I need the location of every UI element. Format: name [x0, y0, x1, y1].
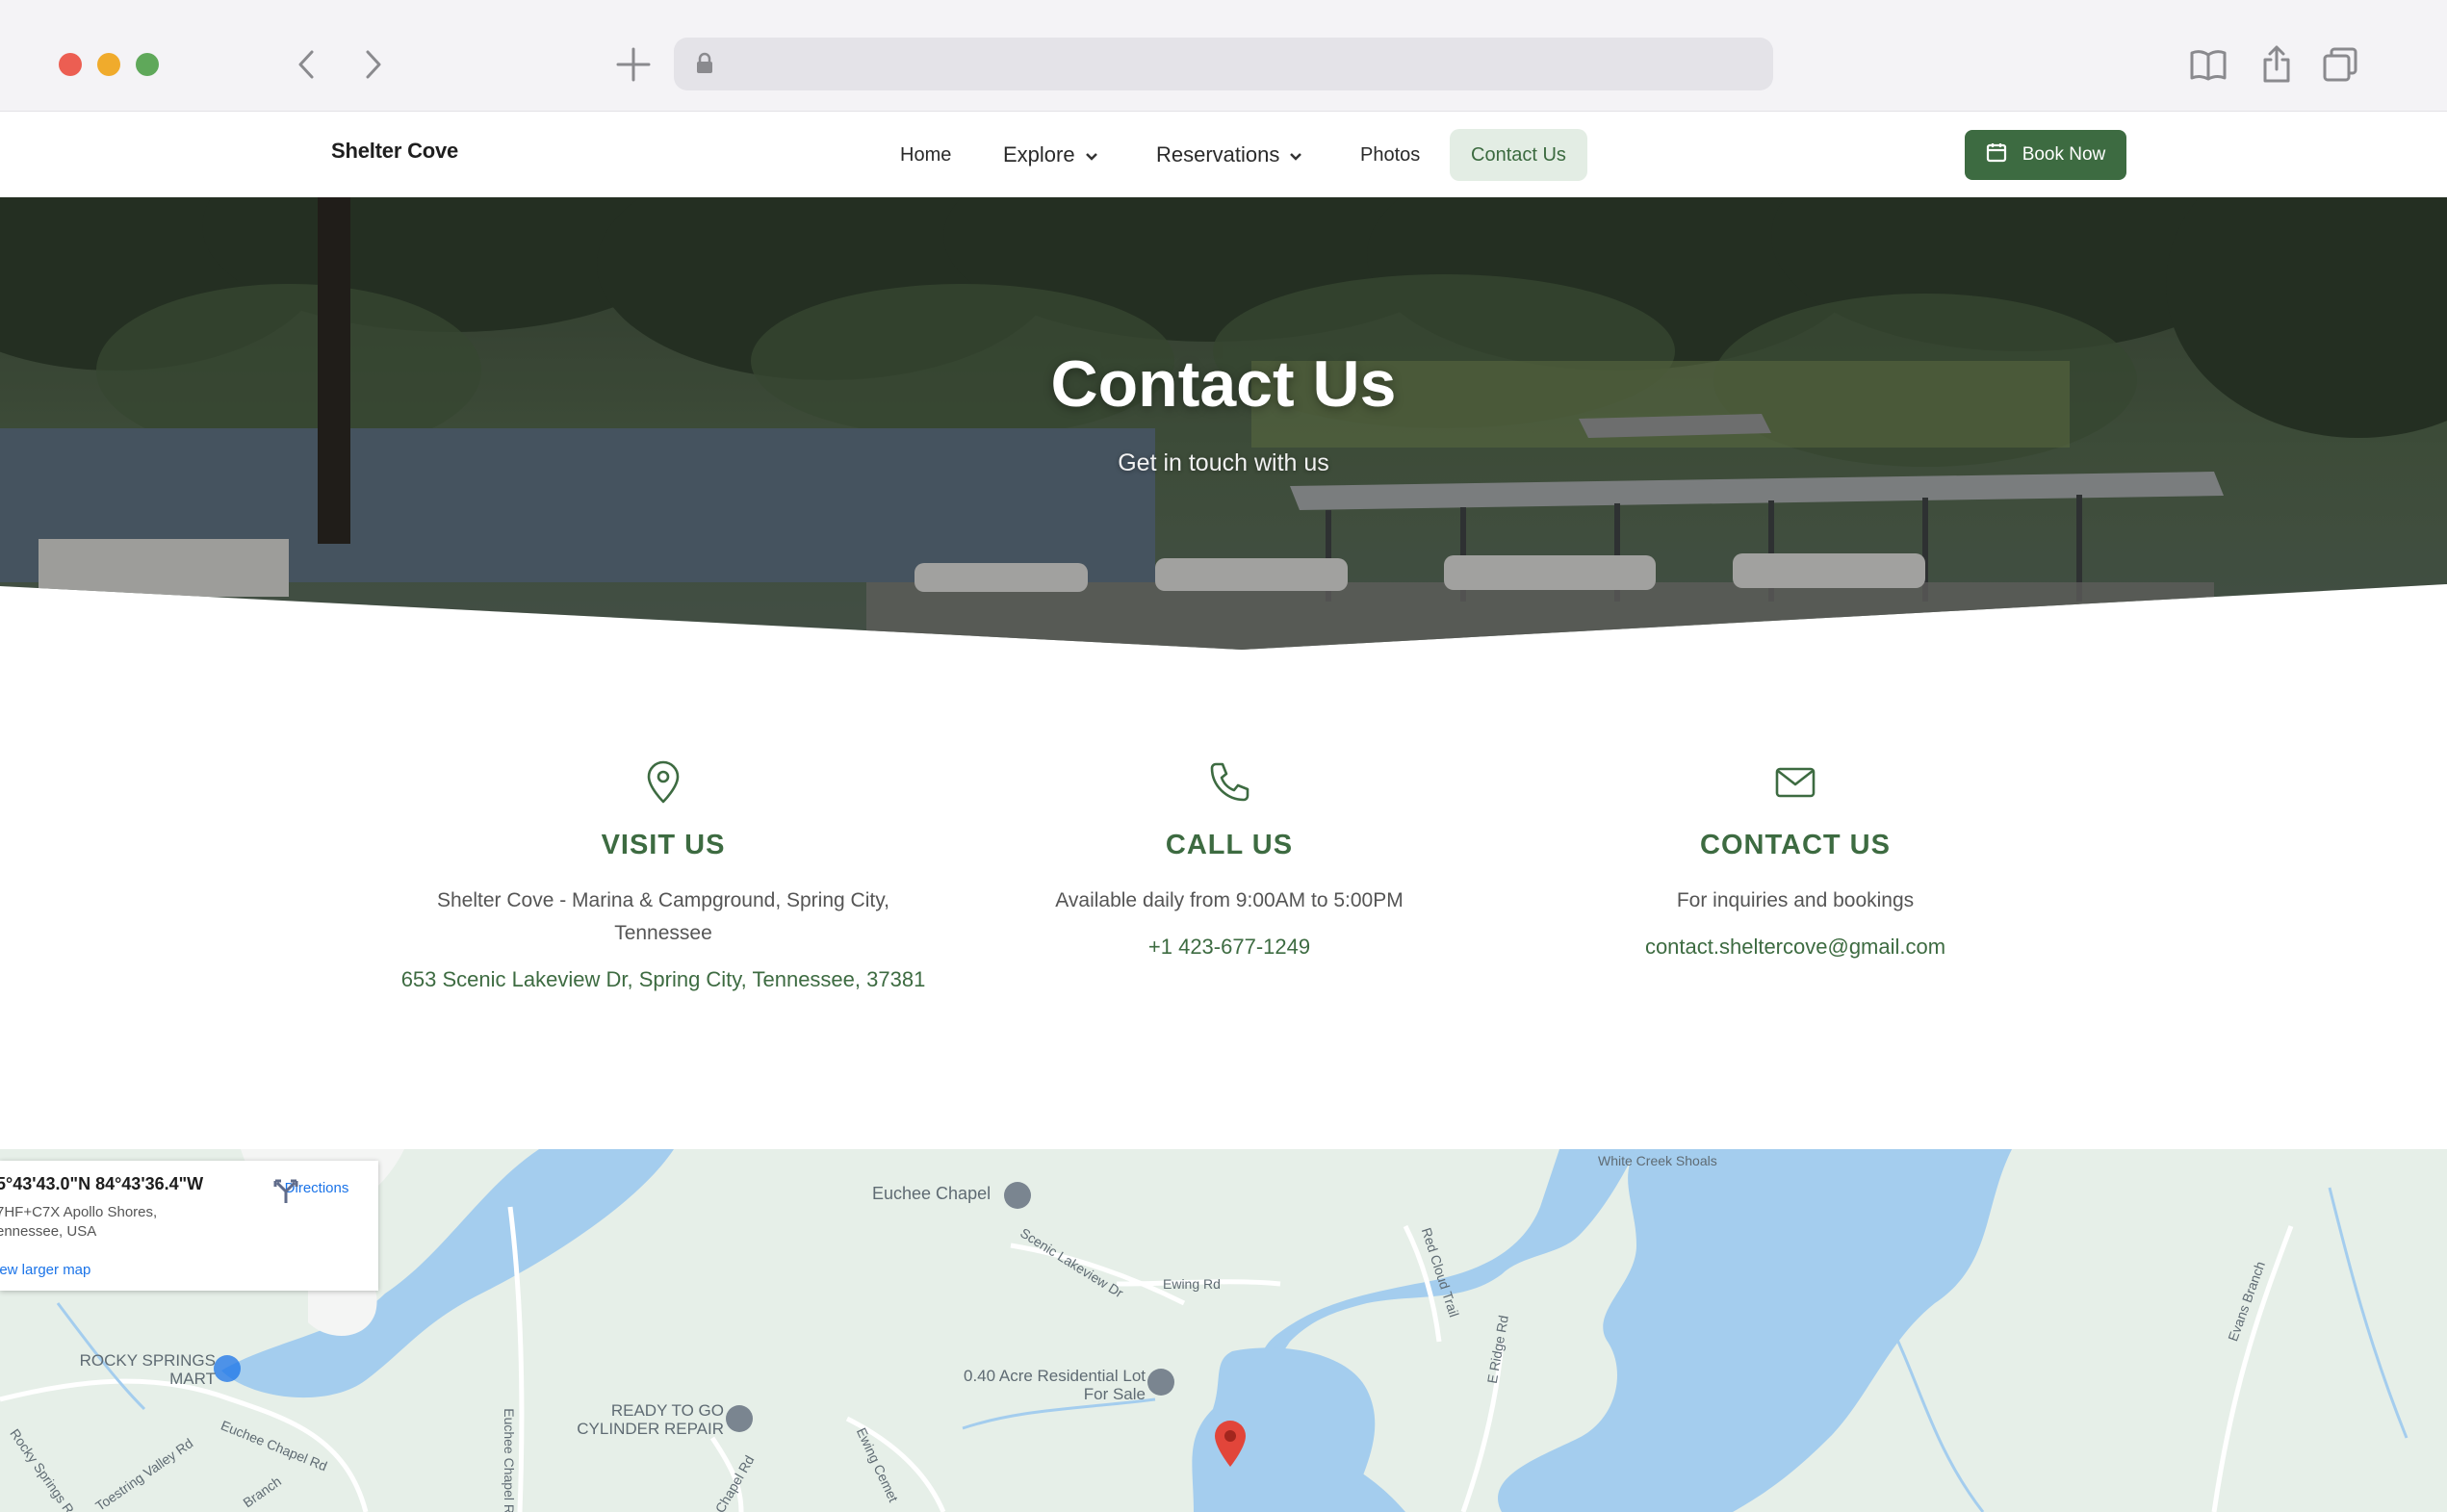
directions-icon [273, 1179, 298, 1203]
lock-icon [695, 52, 714, 80]
page-subtitle: Get in touch with us [1118, 449, 1329, 476]
contact-us-card: CONTACT US For inquiries and bookings co… [1526, 760, 2065, 963]
calendar-icon [1986, 141, 2007, 168]
nav-reservations[interactable]: Reservations [1156, 129, 1302, 181]
mail-icon [1526, 760, 2065, 808]
share-icon[interactable] [2254, 42, 2299, 87]
book-now-button[interactable]: Book Now [1965, 130, 2126, 180]
contact-us-heading: CONTACT US [1700, 830, 1891, 860]
map-label-white-creek: White Creek Shoals [1598, 1153, 1717, 1168]
contact-us-email-link[interactable]: contact.sheltercove@gmail.com [1526, 931, 2065, 963]
map-label-acre-lot: 0.40 Acre Residential Lot For Sale [963, 1367, 1146, 1403]
call-us-heading: CALL US [1165, 830, 1294, 860]
address-bar[interactable] [674, 38, 1773, 90]
nav-photos[interactable]: Photos [1360, 129, 1420, 181]
close-window-button[interactable] [59, 53, 82, 76]
maximize-window-button[interactable] [136, 53, 159, 76]
visit-us-description: Shelter Cove - Marina & Campground, Spri… [437, 889, 889, 944]
hero-lake-photo [0, 197, 2447, 650]
chevron-down-icon [1085, 142, 1098, 167]
directions-button[interactable]: Directions [271, 1176, 362, 1203]
nav-photos-label: Photos [1360, 143, 1421, 166]
map-plus-code-address: 7HF+C7X Apollo Shores, ennessee, USA [0, 1204, 158, 1240]
tabs-icon[interactable] [2318, 42, 2362, 87]
book-now-label: Book Now [2022, 144, 2106, 165]
map-label-euchee-chapel: Euchee Chapel [872, 1184, 992, 1203]
nav-contact-us-label: Contact Us [1471, 143, 1566, 166]
reader-icon[interactable] [2186, 42, 2230, 87]
map-info-card: 5°43'43.0"N 84°43'36.4"W 7HF+C7X Apollo … [0, 1161, 378, 1291]
view-larger-map-link[interactable]: iew larger map [0, 1262, 90, 1278]
browser-toolbar [0, 0, 2447, 112]
contact-us-description: For inquiries and bookings [1676, 889, 1915, 911]
location-map[interactable]: White Creek Shoals Euchee Chapel Scenic … [0, 1149, 2447, 1512]
site-header: Shelter Cove Home Explore Reservations P… [0, 113, 2447, 197]
map-label-ready-to-go: READY TO GO CYLINDER REPAIR [577, 1401, 724, 1438]
call-us-phone-link[interactable]: +1 423-677-1249 [960, 931, 1499, 963]
visit-us-heading: VISIT US [601, 830, 726, 860]
call-us-card: CALL US Available daily from 9:00AM to 5… [960, 760, 1499, 963]
new-tab-icon[interactable] [611, 42, 656, 87]
brand-logo[interactable]: Shelter Cove [331, 139, 458, 164]
nav-explore[interactable]: Explore [1003, 129, 1098, 181]
call-us-description: Available daily from 9:00AM to 5:00PM [1055, 889, 1404, 911]
page-title: Contact Us [1050, 347, 1397, 421]
forward-icon[interactable] [350, 42, 395, 87]
nav-reservations-label: Reservations [1156, 142, 1280, 167]
visit-us-address-link[interactable]: 653 Scenic Lakeview Dr, Spring City, Ten… [394, 963, 933, 996]
map-coordinates: 5°43'43.0"N 84°43'36.4"W [0, 1174, 204, 1193]
nav-home[interactable]: Home [900, 129, 951, 181]
map-label-rocky-springs-mart: ROCKY SPRINGS MART [79, 1351, 216, 1388]
nav-explore-label: Explore [1003, 142, 1075, 167]
visit-us-card: VISIT US Shelter Cove - Marina & Campgro… [394, 760, 933, 996]
hero-banner: Contact Us Get in touch with us [0, 197, 2447, 654]
map-label-euchee-chapel-rd-2: Euchee Chapel Rd [501, 1408, 517, 1512]
map-pin-icon [394, 760, 933, 808]
nav-home-label: Home [900, 143, 952, 166]
nav-contact-us[interactable]: Contact Us [1450, 129, 1587, 181]
map-label-ewing-rd: Ewing Rd [1163, 1276, 1221, 1292]
chevron-down-icon [1289, 142, 1302, 167]
minimize-window-button[interactable] [97, 53, 120, 76]
phone-icon [960, 760, 1499, 808]
back-icon[interactable] [285, 42, 329, 87]
